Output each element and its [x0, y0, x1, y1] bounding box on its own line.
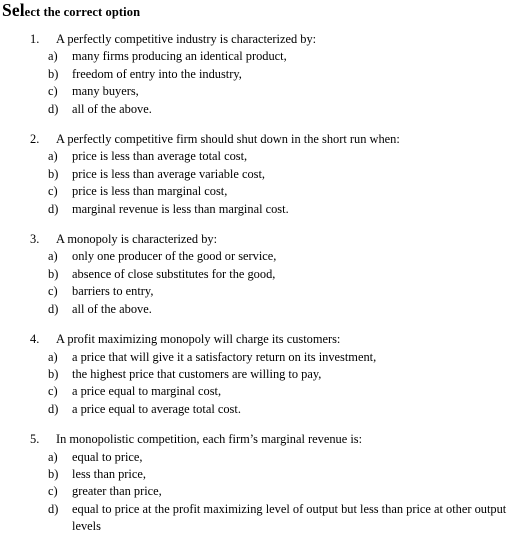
option-text: greater than price, [72, 484, 162, 499]
option-item[interactable]: d) a price equal to average total cost. [0, 401, 520, 418]
page-title-rest: ect the correct option [24, 5, 141, 19]
option-item[interactable]: b) freedom of entry into the industry, [0, 66, 520, 83]
question-block: 2. A perfectly competitive firm should sh… [0, 131, 520, 218]
option-letter: b) [48, 266, 59, 281]
page-title-lead: Sel [2, 0, 25, 20]
option-text: all of the above. [72, 301, 152, 316]
question-block: 5. In monopolistic competition, each firm… [0, 431, 520, 535]
option-item[interactable]: b) the highest price that customers are w… [0, 366, 520, 383]
question-number: 1. [30, 32, 40, 46]
question-number: 3. [30, 232, 40, 247]
option-text: many buyers, [72, 84, 139, 99]
option-letter: b) [48, 366, 59, 381]
option-text: price is less than marginal cost, [72, 184, 228, 199]
option-item[interactable]: b) price is less than average variable co… [0, 166, 520, 183]
question-block: 1. A perfectly competitive industry is ch… [0, 31, 520, 118]
option-text: less than price, [72, 466, 146, 481]
option-item[interactable]: a) price is less than average total cost, [0, 148, 520, 165]
option-letter: a) [48, 49, 58, 64]
option-list: a) equal to price, b) less than price, c) gre… [0, 449, 520, 536]
option-text: a price equal to average total cost. [72, 401, 241, 416]
question-stem: 1. A perfectly competitive industry is ch… [0, 31, 520, 48]
question-number: 4. [30, 332, 40, 347]
option-letter: d) [48, 301, 59, 316]
question-stem: 3. A monopoly is characterized by: [0, 231, 520, 248]
option-item[interactable]: c) many buyers, [0, 83, 520, 100]
option-letter: d) [48, 101, 59, 116]
option-letter: a) [48, 449, 58, 464]
option-letter: c) [48, 184, 58, 199]
question-stem-text: A profit maximizing monopoly will charge… [56, 332, 341, 347]
option-item[interactable]: a) many firms producing an identical prod… [0, 48, 520, 65]
option-text: a price equal to marginal cost, [72, 384, 222, 399]
option-text: many firms producing an identical produc… [72, 49, 287, 64]
option-letter: a) [48, 149, 58, 164]
option-text: freedom of entry into the industry, [72, 66, 242, 81]
question-stem: 5. In monopolistic competition, each firm… [0, 431, 520, 448]
option-item[interactable]: a) a price that will give it a satisfacto… [0, 349, 520, 366]
option-list: a) only one producer of the good or servi… [0, 248, 520, 318]
question-block: 4. A profit maximizing monopoly will char… [0, 331, 520, 418]
question-stem-text: A perfectly competitive firm should shut… [56, 132, 400, 147]
question-stem-text: In monopolistic competition, each firm’s… [56, 432, 363, 447]
question-block: 3. A monopoly is characterized by: a) only … [0, 231, 520, 318]
option-letter: c) [48, 284, 58, 299]
option-text: equal to price, [72, 449, 143, 464]
option-item[interactable]: d) equal to price at the profit maximizin… [0, 501, 520, 536]
option-letter: a) [48, 349, 58, 364]
question-stem-text: A monopoly is characterized by: [56, 232, 218, 247]
page-title: Select the correct option [2, 0, 520, 21]
question-number: 5. [30, 432, 40, 447]
option-text: price is less than average variable cost… [72, 166, 266, 181]
option-item[interactable]: a) only one producer of the good or servi… [0, 248, 520, 265]
option-letter: d) [48, 401, 59, 416]
question-list: 1. A perfectly competitive industry is ch… [0, 31, 520, 536]
option-item[interactable]: c) greater than price, [0, 483, 520, 500]
option-letter: c) [48, 84, 58, 99]
option-text: marginal revenue is less than marginal c… [72, 201, 289, 216]
option-letter: b) [48, 166, 59, 181]
question-stem-text: A perfectly competitive industry is char… [56, 32, 317, 46]
option-item[interactable]: d) all of the above. [0, 101, 520, 118]
option-text: only one producer of the good or service… [72, 249, 277, 264]
option-item[interactable]: d) marginal revenue is less than marginal… [0, 201, 520, 218]
question-stem: 4. A profit maximizing monopoly will char… [0, 331, 520, 348]
option-item[interactable]: d) all of the above. [0, 301, 520, 318]
option-item[interactable]: b) less than price, [0, 466, 520, 483]
option-letter: c) [48, 384, 58, 399]
option-text: all of the above. [72, 101, 152, 116]
option-list: a) price is less than average total cost,… [0, 148, 520, 218]
document-page: Select the correct option 1. A perfectly … [0, 0, 520, 535]
option-item[interactable]: b) absence of close substitutes for the g… [0, 266, 520, 283]
option-letter: d) [48, 501, 59, 516]
question-stem: 2. A perfectly competitive firm should sh… [0, 131, 520, 148]
option-item[interactable]: c) a price equal to marginal cost, [0, 383, 520, 400]
option-letter: b) [48, 66, 59, 81]
option-list: a) a price that will give it a satisfacto… [0, 349, 520, 419]
option-text: price is less than average total cost, [72, 149, 248, 164]
option-text: a price that will give it a satisfactory… [72, 349, 377, 364]
option-item[interactable]: c) price is less than marginal cost, [0, 183, 520, 200]
option-letter: c) [48, 484, 58, 499]
option-letter: b) [48, 466, 59, 481]
option-letter: a) [48, 249, 58, 264]
option-item[interactable]: c) barriers to entry, [0, 283, 520, 300]
option-text: barriers to entry, [72, 284, 154, 299]
option-text: equal to price at the profit maximizing … [72, 501, 507, 534]
option-letter: d) [48, 201, 59, 216]
option-item[interactable]: a) equal to price, [0, 449, 520, 466]
option-text: absence of close substitutes for the goo… [72, 266, 276, 281]
option-list: a) many firms producing an identical prod… [0, 48, 520, 118]
option-text: the highest price that customers are wil… [72, 366, 322, 381]
question-number: 2. [30, 132, 40, 147]
